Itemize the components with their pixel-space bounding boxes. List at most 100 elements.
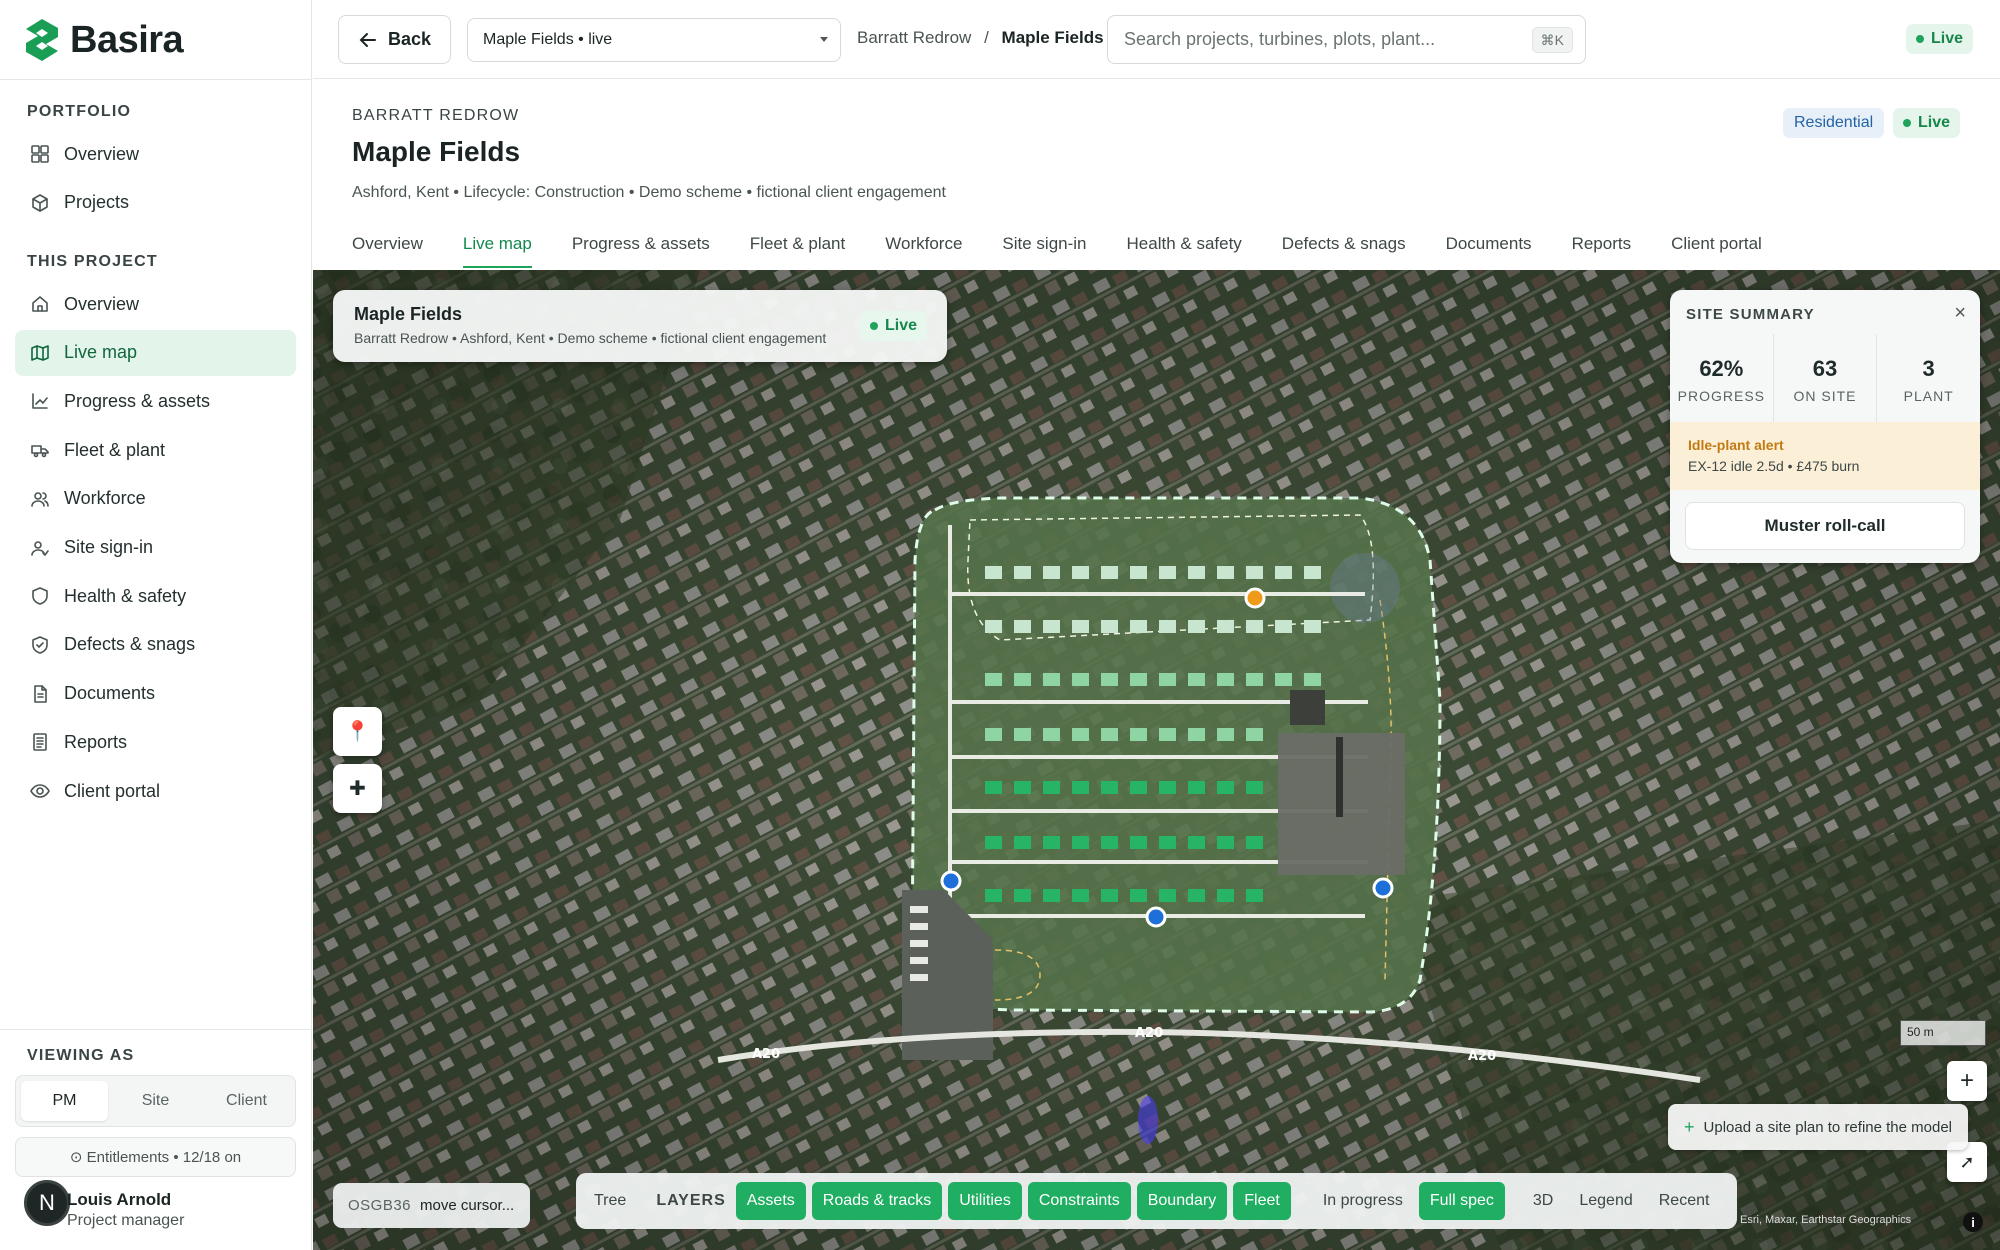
plot[interactable]	[985, 889, 1002, 902]
layer-utilities[interactable]: Utilities	[948, 1182, 1022, 1220]
plot[interactable]	[1304, 673, 1321, 686]
sidebar-item-live-map[interactable]: Live map	[15, 329, 296, 376]
layer-boundary[interactable]: Boundary	[1136, 1182, 1228, 1220]
tab-reports[interactable]: Reports	[1572, 228, 1632, 268]
plot[interactable]	[1188, 836, 1205, 849]
info-icon[interactable]: i	[1963, 1212, 1983, 1232]
plot[interactable]	[1014, 566, 1031, 579]
plot[interactable]	[1043, 889, 1060, 902]
plot[interactable]	[985, 836, 1002, 849]
tab-fleet-plant[interactable]: Fleet & plant	[750, 228, 845, 268]
plot[interactable]	[1130, 620, 1147, 633]
plot[interactable]	[1246, 889, 1263, 902]
plot[interactable]	[1275, 620, 1292, 633]
plot[interactable]	[1043, 566, 1060, 579]
plot[interactable]	[1159, 566, 1176, 579]
app-logo[interactable]: Basira	[24, 16, 184, 64]
plot[interactable]	[1275, 566, 1292, 579]
add-tool-button[interactable]: ✚	[333, 764, 382, 813]
plot[interactable]	[985, 781, 1002, 794]
plot[interactable]	[1014, 836, 1031, 849]
layer-fleet[interactable]: Fleet	[1233, 1182, 1291, 1220]
plot[interactable]	[1014, 781, 1031, 794]
plot[interactable]	[1043, 620, 1060, 633]
plot[interactable]	[1159, 836, 1176, 849]
tab-documents[interactable]: Documents	[1446, 228, 1532, 268]
plot[interactable]	[1130, 728, 1147, 741]
plot[interactable]	[1217, 889, 1234, 902]
worker-marker[interactable]	[940, 870, 962, 892]
avatar[interactable]: N	[24, 1180, 70, 1226]
tree-toggle[interactable]: Tree	[584, 1192, 636, 1210]
viewing-option-site[interactable]: Site	[112, 1081, 199, 1121]
close-icon[interactable]: ×	[1954, 302, 1966, 325]
sidebar-item-portfolio-projects[interactable]: Projects	[15, 180, 296, 226]
plot[interactable]	[1188, 781, 1205, 794]
plot[interactable]	[1043, 836, 1060, 849]
tab-progress-assets[interactable]: Progress & assets	[572, 228, 710, 268]
sidebar-item-progress-assets[interactable]: Progress & assets	[15, 378, 296, 424]
plot[interactable]	[1043, 673, 1060, 686]
plot[interactable]	[1014, 728, 1031, 741]
plot[interactable]	[1130, 566, 1147, 579]
sidebar-item-overview[interactable]: Overview	[15, 281, 296, 327]
plot[interactable]	[1159, 889, 1176, 902]
plot[interactable]	[985, 728, 1002, 741]
plot[interactable]	[1304, 566, 1321, 579]
plot[interactable]	[1101, 728, 1118, 741]
zoom-in-button[interactable]: +	[1947, 1061, 1987, 1101]
layer-roads-tracks[interactable]: Roads & tracks	[811, 1182, 943, 1220]
layer-assets[interactable]: Assets	[735, 1182, 806, 1220]
plot[interactable]	[1188, 566, 1205, 579]
plot[interactable]	[1246, 620, 1263, 633]
back-button[interactable]: Back	[338, 15, 451, 64]
muster-roll-call-button[interactable]: Muster roll-call	[1685, 502, 1965, 550]
tab-site-sign-in[interactable]: Site sign-in	[1002, 228, 1086, 268]
sidebar-item-site-sign-in[interactable]: Site sign-in	[15, 525, 296, 571]
plot[interactable]	[1101, 781, 1118, 794]
plot[interactable]	[1130, 781, 1147, 794]
plot[interactable]	[1217, 728, 1234, 741]
plot[interactable]	[1217, 781, 1234, 794]
breadcrumb-parent[interactable]: Barratt Redrow	[857, 28, 971, 47]
search-input[interactable]: Search projects, turbines, plots, plant.…	[1107, 15, 1586, 64]
plot[interactable]	[1101, 889, 1118, 902]
plot[interactable]	[1246, 566, 1263, 579]
plot[interactable]	[1130, 673, 1147, 686]
layer-constraints[interactable]: Constraints	[1027, 1182, 1131, 1220]
plot[interactable]	[1101, 566, 1118, 579]
plot[interactable]	[1159, 781, 1176, 794]
plot[interactable]	[985, 566, 1002, 579]
plot[interactable]	[1043, 728, 1060, 741]
worker-marker[interactable]	[1372, 877, 1394, 899]
viewing-option-client[interactable]: Client	[203, 1081, 290, 1121]
project-select[interactable]: Maple Fields • live	[467, 18, 841, 62]
plot[interactable]	[1072, 781, 1089, 794]
plot[interactable]	[1014, 889, 1031, 902]
plot[interactable]	[1217, 836, 1234, 849]
recent-button[interactable]: Recent	[1649, 1192, 1720, 1210]
sidebar-item-workforce[interactable]: Workforce	[15, 476, 296, 522]
tab-workforce[interactable]: Workforce	[885, 228, 962, 268]
sidebar-item-fleet-plant[interactable]: Fleet & plant	[15, 427, 296, 473]
plot[interactable]	[1072, 566, 1089, 579]
plant-marker[interactable]	[1244, 587, 1266, 609]
filter-full-spec[interactable]: Full spec	[1418, 1182, 1505, 1220]
plot[interactable]	[985, 673, 1002, 686]
plot[interactable]	[1188, 673, 1205, 686]
tab-client-portal[interactable]: Client portal	[1671, 228, 1762, 268]
plot[interactable]	[1014, 673, 1031, 686]
plot[interactable]	[1072, 836, 1089, 849]
filter-in-progress[interactable]: In progress	[1313, 1192, 1413, 1210]
plot[interactable]	[1217, 566, 1234, 579]
plot[interactable]	[1246, 673, 1263, 686]
sidebar-item-defects-snags[interactable]: Defects & snags	[15, 622, 296, 668]
plot[interactable]	[1130, 836, 1147, 849]
plot[interactable]	[1072, 673, 1089, 686]
site-cabin[interactable]	[1290, 690, 1325, 725]
plot[interactable]	[1246, 781, 1263, 794]
plot[interactable]	[1275, 673, 1292, 686]
plot[interactable]	[1072, 889, 1089, 902]
plot[interactable]	[1246, 728, 1263, 741]
plot[interactable]	[1072, 620, 1089, 633]
